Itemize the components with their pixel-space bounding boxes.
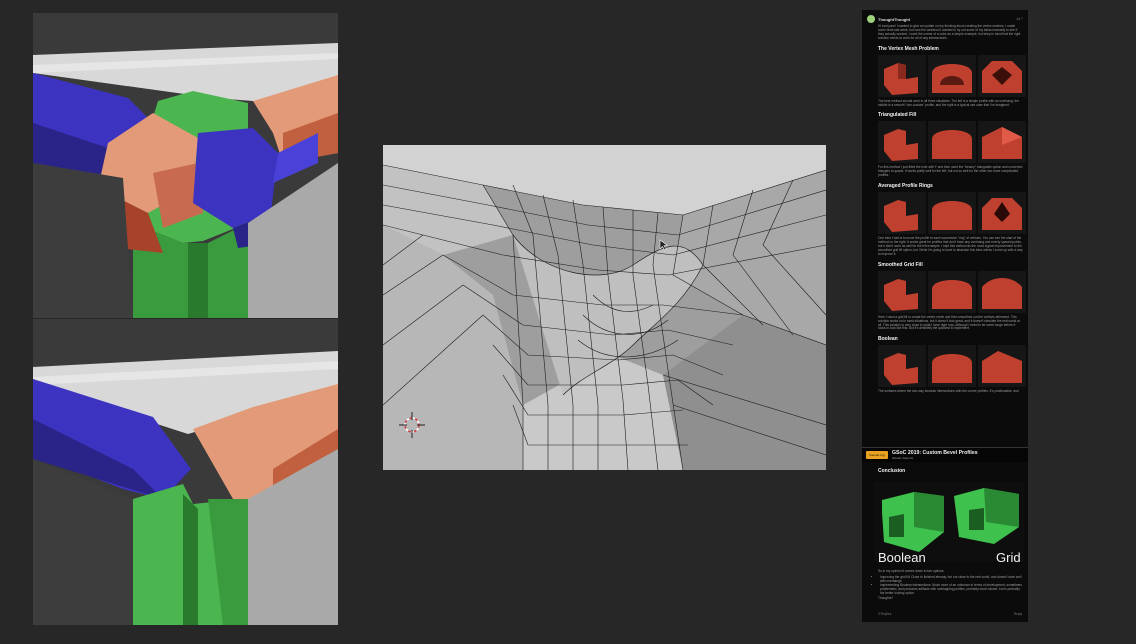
- post-author[interactable]: ThoughtThought: [878, 17, 910, 22]
- profile-image: [928, 192, 976, 235]
- viewport-render-top: [33, 13, 338, 318]
- profile-image: [878, 54, 926, 97]
- link-preview-subtitle: Weekly Reports: [892, 456, 914, 460]
- conclusion-heading: Conclusion: [878, 468, 906, 474]
- profile-image: [978, 54, 1026, 97]
- bevel-corner-render-bottom: [33, 319, 338, 625]
- section-heading: Averaged Profile Rings: [878, 183, 933, 190]
- profile-image: [978, 345, 1026, 388]
- conclusion-intro: So in my opinion it comes down to two op…: [878, 569, 945, 573]
- profile-image: [928, 54, 976, 97]
- section-text: One idea I had is to move the profile to…: [878, 236, 1023, 256]
- conclusion-section: Conclusion Boolean Grid So in my opinion…: [862, 462, 1028, 622]
- profile-thumbnails: [878, 54, 1028, 97]
- profile-image: [878, 121, 926, 164]
- section-text: The surfaces where the two-way boolean i…: [878, 389, 1019, 394]
- profile-image: [978, 270, 1026, 313]
- link-preview-banner[interactable]: blender.org GSoC 2019: Custom Bevel Prof…: [862, 447, 1028, 462]
- wireframe-mesh: [383, 145, 826, 470]
- replies-count[interactable]: 3 Replies: [878, 612, 891, 616]
- profile-thumbnails: [878, 121, 1028, 164]
- section-text: Here I used a grid fill to create the ve…: [878, 314, 1020, 331]
- options-list: Improving the grid fill: Close to finish…: [880, 575, 1023, 596]
- post-intro: Hi everyone! I wanted to give an update …: [878, 24, 1021, 40]
- profile-image: [928, 345, 976, 388]
- bevel-corner-render-top: [33, 13, 338, 318]
- profile-image: [978, 192, 1026, 235]
- section-text: For this method I just filled the hole w…: [878, 165, 1023, 178]
- profile-image: [878, 345, 926, 388]
- profile-image: [928, 121, 976, 164]
- section-heading: Triangulated Fill: [878, 112, 917, 119]
- viewport-render-bottom: [33, 319, 338, 625]
- 3d-cursor-icon[interactable]: [397, 410, 427, 440]
- wireframe-viewport[interactable]: [383, 145, 826, 470]
- closing-text: Thoughts?: [878, 596, 894, 601]
- section-heading: Smoothed Grid Fill: [878, 261, 923, 268]
- grid-label: Grid: [996, 550, 1021, 565]
- post-footer: 3 Replies Reply: [878, 612, 1022, 616]
- profile-thumbnails: [878, 345, 1028, 388]
- post-header: ThoughtThought Jul 7: [867, 15, 1023, 23]
- section-heading: Boolean: [878, 336, 898, 343]
- profile-image: [928, 270, 976, 313]
- reply-button[interactable]: Reply: [1014, 612, 1022, 616]
- list-item: Implementing Boolean intersections: Much…: [880, 583, 1023, 596]
- boolean-label: Boolean: [878, 550, 926, 565]
- section-heading: The Vertex Mesh Problem: [878, 45, 939, 52]
- profile-image: [878, 192, 926, 235]
- section-text: The best method should work in all three…: [878, 98, 1019, 107]
- profile-thumbnails: [878, 192, 1028, 235]
- profile-image: [978, 121, 1026, 164]
- avatar[interactable]: [867, 15, 875, 23]
- blender-logo: blender.org: [866, 451, 888, 459]
- mouse-pointer-icon: [659, 239, 669, 251]
- profile-image: [878, 270, 926, 313]
- profile-thumbnails: [878, 270, 1028, 313]
- post-date: Jul 7: [1016, 17, 1023, 21]
